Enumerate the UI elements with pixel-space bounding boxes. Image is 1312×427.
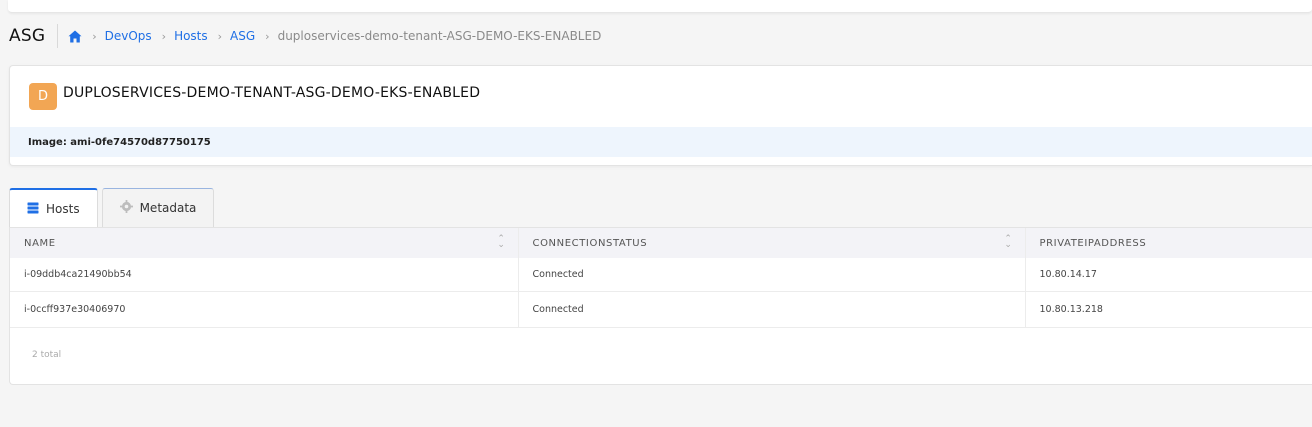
hosts-table: NAME ⌃ ⌄ CONNECTIONSTATUS ⌃ ⌄ PRIVATEIPADD… [10, 228, 1312, 328]
column-header-privateipaddress[interactable]: PRIVATEIPADDRESS [1024, 228, 1312, 258]
chevron-right-icon: › [265, 29, 270, 43]
avatar: D [29, 83, 57, 110]
cell-connectionstatus: Connected [517, 291, 1025, 327]
asg-detail-card: D DUPLOSERVICES-DEMO-TENANT-ASG-DEMO-EKS… [9, 65, 1312, 166]
hosts-panel: NAME ⌃ ⌄ CONNECTIONSTATUS ⌃ ⌄ PRIVATEIPADD… [9, 227, 1312, 385]
tab-hosts-label: Hosts [46, 202, 80, 216]
header-divider [57, 24, 59, 48]
chevron-right-icon: › [92, 29, 97, 43]
tab-hosts[interactable]: Hosts [9, 188, 98, 228]
table-header-row: NAME ⌃ ⌄ CONNECTIONSTATUS ⌃ ⌄ PRIVATEIPADD… [10, 228, 1312, 258]
breadcrumb-current: duploservices-demo-tenant-ASG-DEMO-EKS-E… [277, 29, 602, 43]
breadcrumb-hosts[interactable]: Hosts [174, 29, 208, 43]
page-title: ASG [9, 26, 46, 46]
cell-privateipaddress: 10.80.14.17 [1024, 258, 1312, 291]
cell-name: i-09ddb4ca21490bb54 [24, 268, 132, 280]
table-row[interactable]: i-0ccff937e30406970 Connected 10.80.13.2… [10, 291, 1312, 327]
sort-icon[interactable]: ⌃ ⌄ [497, 235, 505, 250]
chevron-right-icon: › [217, 29, 223, 43]
card-title: DUPLOSERVICES-DEMO-TENANT-ASG-DEMO-EKS-E… [63, 85, 481, 101]
tab-bar: Hosts Metadata [9, 188, 215, 228]
breadcrumb: › DevOps › Hosts › ASG › duploservices-d… [68, 29, 601, 43]
sort-icon[interactable]: ⌃ ⌄ [1004, 235, 1012, 250]
column-header-label: PRIVATEIPADDRESS [1039, 237, 1147, 249]
top-bar [8, 0, 1312, 13]
column-header-label: CONNECTIONSTATUS [532, 237, 648, 249]
cell-privateipaddress: 10.80.13.218 [1024, 291, 1312, 327]
gear-icon [119, 200, 133, 216]
cell-name: i-0ccff937e30406970 [24, 303, 126, 315]
breadcrumb-asg[interactable]: ASG [230, 29, 255, 43]
table-row[interactable]: i-09ddb4ca21490bb54 Connected 10.80.14.1… [10, 258, 1312, 291]
tab-metadata[interactable]: Metadata [101, 188, 215, 227]
column-header-label: NAME [24, 237, 56, 249]
image-info: Image: ami-0fe74570d87750175 [10, 127, 1312, 157]
chevron-right-icon: › [161, 29, 167, 43]
breadcrumb-devops[interactable]: DevOps [105, 29, 152, 43]
column-header-name[interactable]: NAME ⌃ ⌄ [10, 228, 518, 258]
server-icon [27, 202, 39, 217]
home-icon[interactable] [68, 29, 82, 43]
page-header: ASG › DevOps › Hosts › ASG › duploservic… [9, 22, 601, 50]
total-count: 2 total [32, 350, 62, 360]
tab-metadata-label: Metadata [139, 201, 197, 215]
image-label: Image: ami-0fe74570d87750175 [28, 136, 211, 148]
column-header-connectionstatus[interactable]: CONNECTIONSTATUS ⌃ ⌄ [517, 228, 1025, 258]
cell-connectionstatus: Connected [517, 258, 1025, 291]
